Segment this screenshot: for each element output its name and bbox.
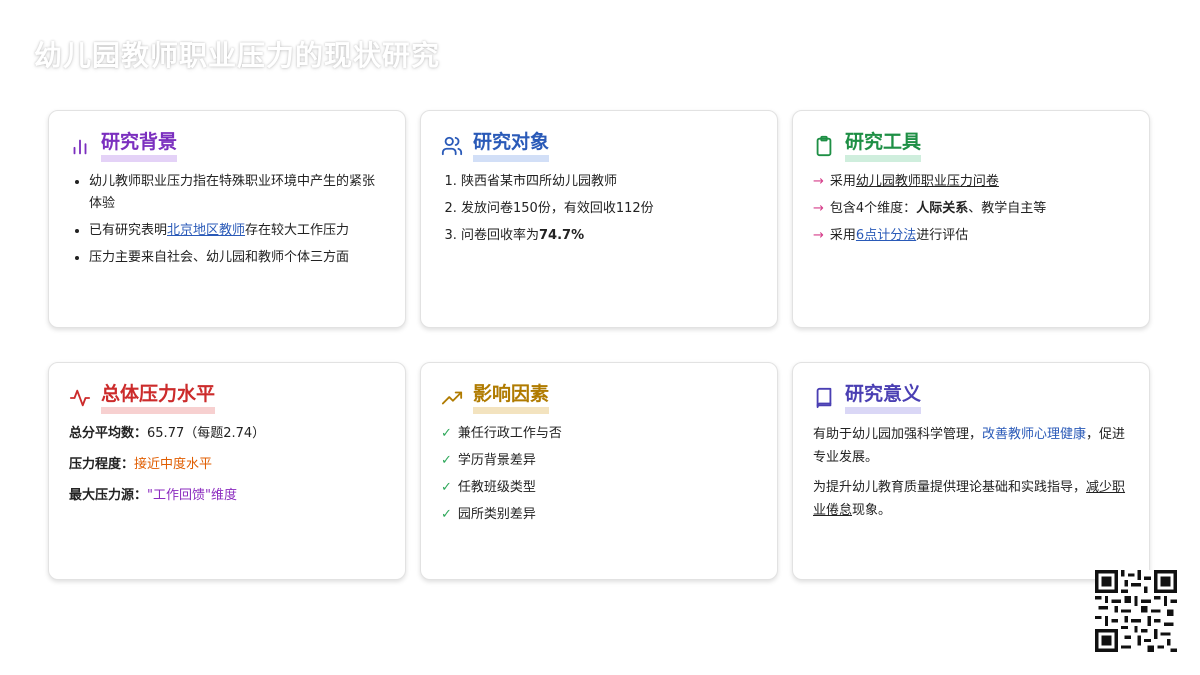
beijing-teachers-link[interactable]: 北京地区教师 xyxy=(167,223,245,238)
arrow-right-icon: → xyxy=(813,201,824,216)
card-title: 影响因素 xyxy=(473,383,550,414)
card-overall-stress: 总体压力水平 总分平均数：65.77（每题2.74） 压力程度：接近中度水平 最… xyxy=(48,362,406,580)
list-item: ✓ 学历背景差异 xyxy=(441,450,757,472)
card-influencing-factors: 影响因素 ✓ 兼任行政工作与否 ✓ 学历背景差异 ✓ 任教班级类型 ✓ 园所类别差异 xyxy=(420,362,778,580)
qr-code-icon xyxy=(1095,570,1177,652)
questionnaire-name: 幼儿园教师职业压力问卷 xyxy=(855,174,999,189)
page-title: 幼儿园教师职业压力的现状研究 xyxy=(34,39,441,72)
list-item: 压力主要来自社会、幼儿园和教师个体三方面 xyxy=(89,247,385,269)
stat-mean-score: 总分平均数：65.77（每题2.74） xyxy=(69,426,266,441)
significance-paragraph-2: 为提升幼儿教育质量提供理论基础和实践指导，减少职业倦怠现象。 xyxy=(813,480,1126,518)
card-research-significance: 研究意义 有助于幼儿园加强科学管理，改善教师心理健康，促进专业发展。 为提升幼儿… xyxy=(792,362,1150,580)
check-icon: ✓ xyxy=(441,453,452,468)
check-icon: ✓ xyxy=(441,480,452,495)
list-item: ✓ 园所类别差异 xyxy=(441,504,757,526)
list-item: 幼儿教师职业压力指在特殊职业环境中产生的紧张体验 xyxy=(89,171,385,215)
card-title: 研究背景 xyxy=(101,131,178,162)
clipboard-icon xyxy=(816,135,832,157)
users-icon xyxy=(441,136,463,156)
card-research-subjects: 研究对象 陕西省某市四所幼儿园教师 发放问卷150份，有效回收112份 问卷回收… xyxy=(420,110,778,328)
bar-chart-icon xyxy=(73,139,87,155)
scoring-method-link[interactable]: 6点计分法 xyxy=(856,228,916,243)
list-item: 已有研究表明北京地区教师存在较大工作压力 xyxy=(89,220,385,242)
card-title: 总体压力水平 xyxy=(101,383,216,414)
card-title: 研究对象 xyxy=(473,131,550,162)
list-item: ✓ 任教班级类型 xyxy=(441,477,757,499)
check-icon: ✓ xyxy=(441,426,452,441)
significance-paragraph-1: 有助于幼儿园加强科学管理，改善教师心理健康，促进专业发展。 xyxy=(813,427,1126,465)
list-item: ✓ 兼任行政工作与否 xyxy=(441,423,757,445)
list-item: → 采用6点计分法进行评估 xyxy=(813,225,1129,247)
list-item: → 采用幼儿园教师职业压力问卷 xyxy=(813,171,1129,193)
book-icon xyxy=(816,387,832,409)
stat-max-stressor: 最大压力源："工作回馈"维度 xyxy=(69,488,237,503)
check-icon: ✓ xyxy=(441,507,452,522)
trending-up-icon xyxy=(441,391,463,405)
response-rate: 74.7% xyxy=(539,228,585,243)
list-item: 陕西省某市四所幼儿园教师 xyxy=(461,171,757,193)
list-item: 发放问卷150份，有效回收112份 xyxy=(461,198,757,220)
activity-icon xyxy=(69,389,91,407)
list-item: → 包含4个维度：人际关系、教学自主等 xyxy=(813,198,1129,220)
card-title: 研究工具 xyxy=(845,131,922,162)
card-title: 研究意义 xyxy=(845,383,922,414)
list-item: 问卷回收率为74.7% xyxy=(461,225,757,247)
arrow-right-icon: → xyxy=(813,174,824,189)
card-research-background: 研究背景 幼儿教师职业压力指在特殊职业环境中产生的紧张体验 已有研究表明北京地区… xyxy=(48,110,406,328)
card-research-tools: 研究工具 → 采用幼儿园教师职业压力问卷 → 包含4个维度：人际关系、教学自主等… xyxy=(792,110,1150,328)
stat-stress-level: 压力程度：接近中度水平 xyxy=(69,457,213,472)
arrow-right-icon: → xyxy=(813,228,824,243)
